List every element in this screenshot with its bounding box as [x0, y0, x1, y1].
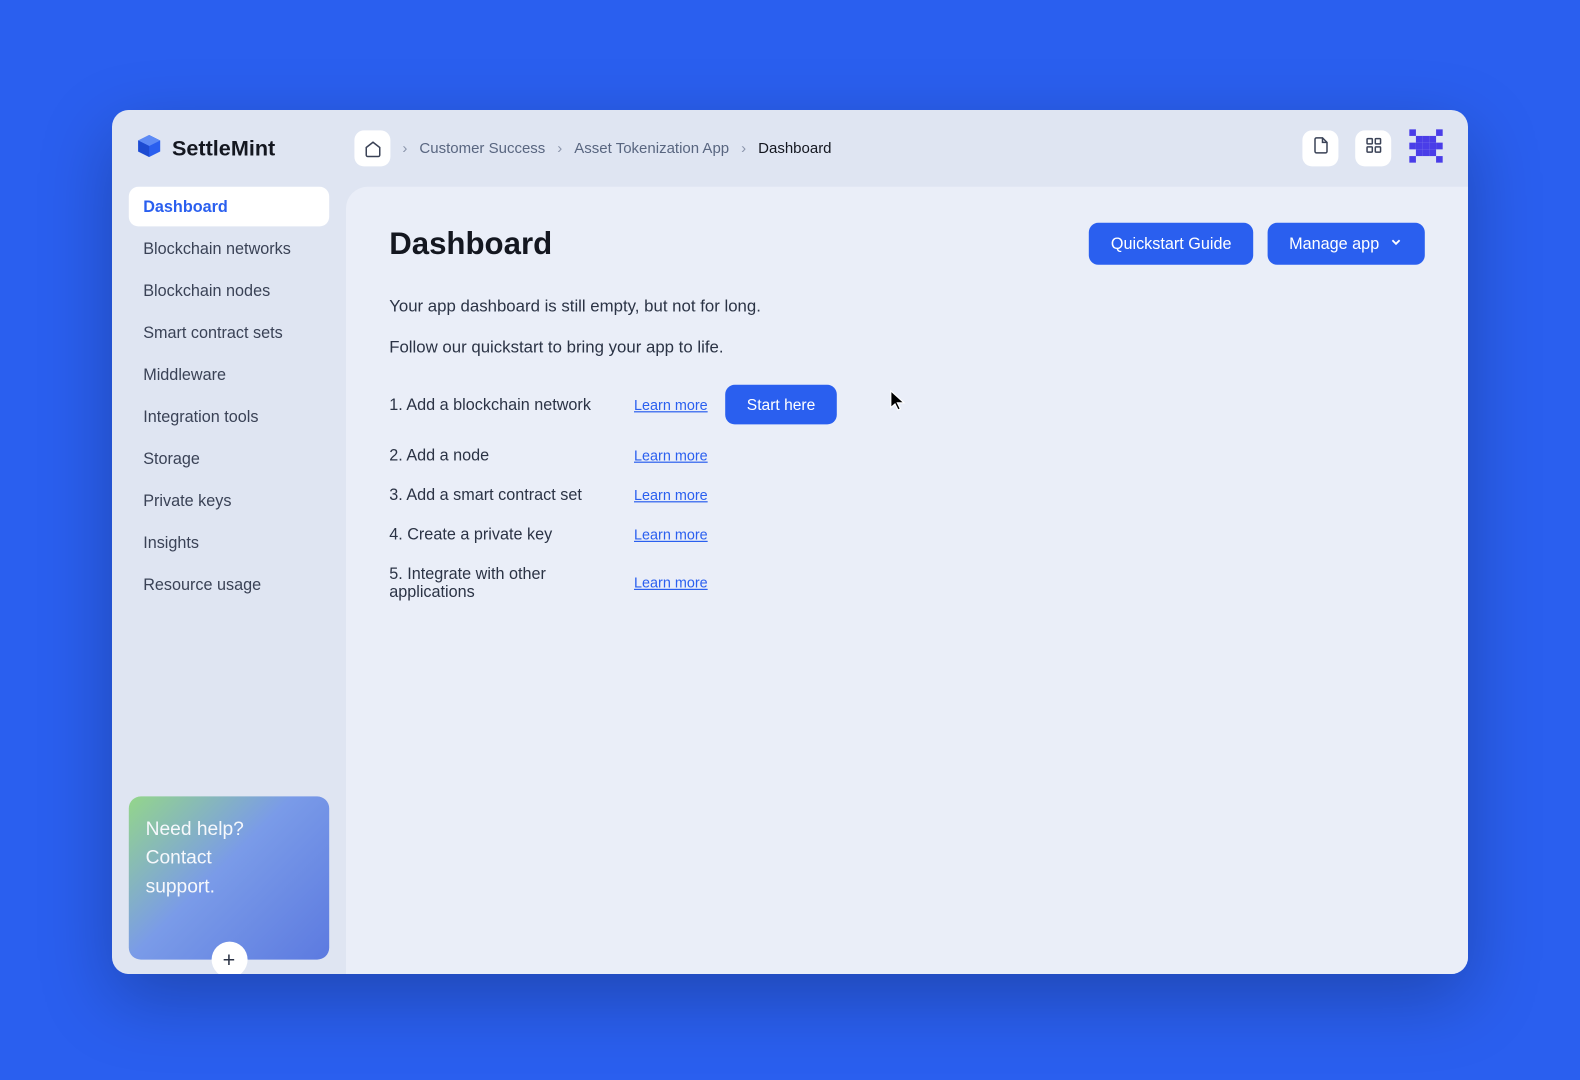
apps-button[interactable] — [1355, 130, 1391, 166]
docs-button[interactable] — [1302, 130, 1338, 166]
brand-name: SettleMint — [172, 136, 275, 161]
learn-more-link[interactable]: Learn more — [634, 574, 725, 591]
step-row: 3. Add a smart contract set Learn more — [389, 486, 1425, 504]
sidebar-item-middleware[interactable]: Middleware — [129, 355, 329, 395]
sidebar-item-insights[interactable]: Insights — [129, 523, 329, 563]
breadcrumb-separator: › — [741, 140, 746, 157]
button-label: Manage app — [1289, 235, 1379, 253]
step-label: 4. Create a private key — [389, 525, 634, 543]
grid-icon — [1364, 136, 1382, 160]
sidebar-item-label: Private keys — [143, 492, 231, 510]
sidebar-item-label: Resource usage — [143, 576, 261, 594]
app-body: Dashboard Blockchain networks Blockchain… — [112, 187, 1468, 974]
header-actions: Quickstart Guide Manage app — [1089, 223, 1425, 265]
step-row: 4. Create a private key Learn more — [389, 525, 1425, 543]
nav-list: Dashboard Blockchain networks Blockchain… — [129, 187, 329, 605]
breadcrumb-item-app[interactable]: Asset Tokenization App — [574, 140, 729, 157]
chevron-down-icon — [1389, 235, 1403, 253]
sidebar: Dashboard Blockchain networks Blockchain… — [112, 187, 346, 974]
breadcrumb-home-button[interactable] — [354, 130, 390, 166]
sidebar-item-blockchain-nodes[interactable]: Blockchain nodes — [129, 271, 329, 311]
sidebar-item-integration-tools[interactable]: Integration tools — [129, 397, 329, 437]
help-card-plus-button[interactable]: + — [211, 942, 247, 974]
step-label: 3. Add a smart contract set — [389, 486, 634, 504]
page-title: Dashboard — [389, 225, 1089, 262]
topbar: SettleMint › Customer Success › Asset To… — [112, 110, 1468, 187]
breadcrumb-separator: › — [402, 140, 407, 157]
learn-more-link[interactable]: Learn more — [634, 396, 725, 413]
cursor-icon — [890, 390, 907, 412]
empty-state-line1: Your app dashboard is still empty, but n… — [389, 296, 1425, 315]
sidebar-item-dashboard[interactable]: Dashboard — [129, 187, 329, 227]
sidebar-item-label: Blockchain nodes — [143, 282, 270, 300]
sidebar-item-label: Insights — [143, 534, 199, 552]
document-icon — [1311, 136, 1329, 160]
sidebar-item-private-keys[interactable]: Private keys — [129, 481, 329, 521]
user-avatar[interactable] — [1408, 130, 1444, 166]
sidebar-item-smart-contract-sets[interactable]: Smart contract sets — [129, 313, 329, 353]
manage-app-button[interactable]: Manage app — [1268, 223, 1425, 265]
start-here-button[interactable]: Start here — [725, 385, 837, 425]
breadcrumb-item-current: Dashboard — [758, 140, 831, 157]
sidebar-item-storage[interactable]: Storage — [129, 439, 329, 479]
main-panel: Dashboard Quickstart Guide Manage app — [346, 187, 1468, 974]
step-row: 1. Add a blockchain network Learn more S… — [389, 385, 1425, 425]
step-label: 1. Add a blockchain network — [389, 396, 634, 414]
breadcrumb: › Customer Success › Asset Tokenization … — [354, 130, 831, 166]
learn-more-link[interactable]: Learn more — [634, 526, 725, 543]
quickstart-guide-button[interactable]: Quickstart Guide — [1089, 223, 1253, 265]
quickstart-steps: 1. Add a blockchain network Learn more S… — [389, 385, 1425, 601]
brand-logo-icon — [136, 132, 162, 164]
breadcrumb-item-org[interactable]: Customer Success — [419, 140, 545, 157]
plus-icon: + — [223, 947, 236, 972]
step-label: 2. Add a node — [389, 446, 634, 464]
button-label: Quickstart Guide — [1111, 235, 1232, 253]
empty-state-line2: Follow our quickstart to bring your app … — [389, 337, 1425, 356]
sidebar-item-label: Integration tools — [143, 408, 258, 426]
sidebar-item-label: Dashboard — [143, 198, 228, 216]
sidebar-item-resource-usage[interactable]: Resource usage — [129, 565, 329, 605]
sidebar-item-label: Blockchain networks — [143, 240, 291, 258]
step-row: 5. Integrate with other applications Lea… — [389, 565, 1425, 601]
step-label: 5. Integrate with other applications — [389, 565, 634, 601]
help-card[interactable]: Need help? Contact support. + — [129, 796, 329, 959]
sidebar-item-label: Smart contract sets — [143, 324, 283, 342]
app-window: SettleMint › Customer Success › Asset To… — [112, 110, 1468, 974]
learn-more-link[interactable]: Learn more — [634, 447, 725, 464]
step-row: 2. Add a node Learn more — [389, 446, 1425, 464]
brand: SettleMint — [136, 132, 338, 164]
breadcrumb-separator: › — [557, 140, 562, 157]
help-card-text: Need help? Contact support. — [146, 816, 313, 902]
sidebar-item-label: Middleware — [143, 366, 226, 384]
sidebar-item-label: Storage — [143, 450, 200, 468]
page-header: Dashboard Quickstart Guide Manage app — [389, 223, 1425, 265]
learn-more-link[interactable]: Learn more — [634, 486, 725, 503]
identicon-icon — [1409, 129, 1443, 169]
sidebar-item-blockchain-networks[interactable]: Blockchain networks — [129, 229, 329, 269]
button-label: Start here — [747, 396, 816, 414]
